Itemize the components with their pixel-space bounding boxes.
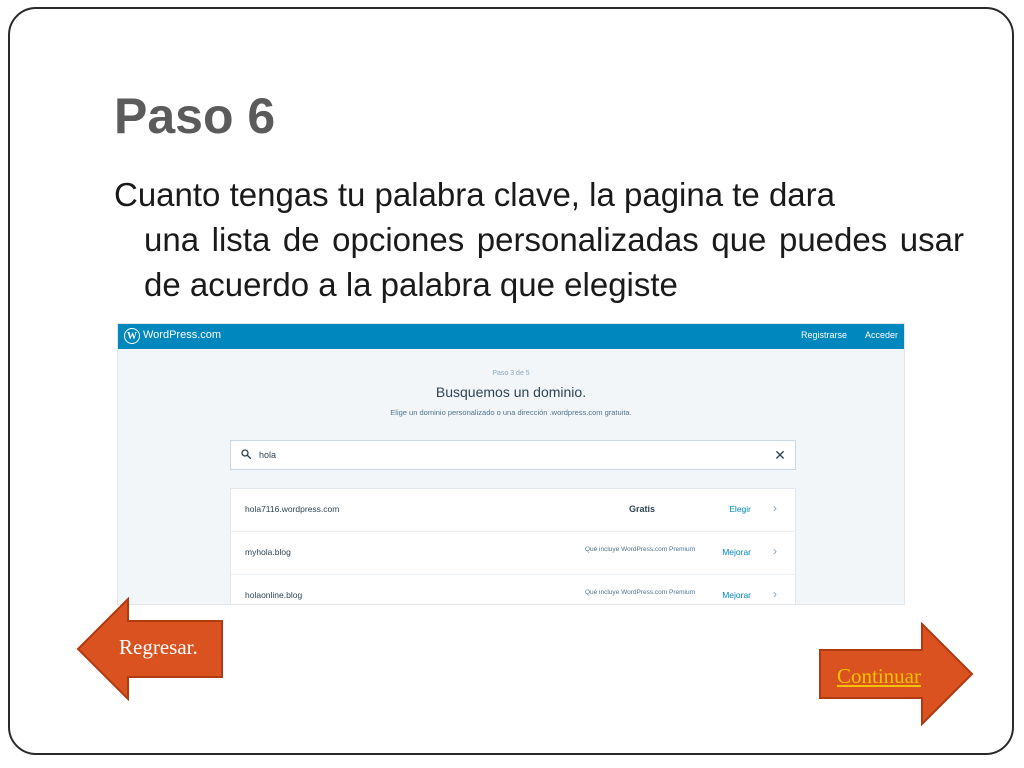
wordpress-logo-icon[interactable]: W: [124, 328, 140, 344]
wp-brand[interactable]: WordPress.com: [143, 329, 221, 341]
slide-title: Paso 6: [114, 88, 276, 144]
back-arrow-button[interactable]: Regresar.: [76, 597, 224, 701]
domain-search-input[interactable]: [259, 447, 759, 463]
domain-results-list: hola7116.wordpress.com Gratis Elegir › m…: [230, 488, 796, 604]
slide-body-first-line: Cuanto tengas tu palabra clave, la pagin…: [114, 176, 836, 213]
domain-search-box[interactable]: ✕: [230, 440, 796, 470]
domain-name: hola7116.wordpress.com: [245, 504, 340, 514]
upgrade-domain-button[interactable]: Mejorar: [722, 547, 751, 557]
chevron-right-icon[interactable]: ›: [773, 544, 777, 558]
close-icon[interactable]: ✕: [773, 448, 787, 462]
wp-subheading: Elige un dominio personalizado o una dir…: [390, 408, 632, 417]
domain-price: Gratis: [628, 504, 655, 514]
wp-nav: Registrarse Acceder: [801, 330, 898, 340]
domain-name: myhola.blog: [245, 547, 291, 557]
slide-body: Cuanto tengas tu palabra clave, la pagin…: [114, 172, 964, 307]
choose-domain-button[interactable]: Elegir: [729, 504, 751, 514]
back-label[interactable]: Regresar.: [119, 635, 198, 660]
wp-heading: Busquemos un dominio.: [435, 384, 587, 400]
search-icon: [241, 449, 251, 459]
continue-arrow-button[interactable]: Continuar: [818, 622, 974, 726]
login-link[interactable]: Acceder: [865, 330, 898, 340]
chevron-right-icon[interactable]: ›: [773, 501, 777, 515]
domain-name: holaonline.blog: [245, 590, 303, 600]
continue-link[interactable]: Continuar: [837, 664, 921, 689]
step-indicator: Paso 3 de 5: [492, 370, 530, 377]
domain-result-row[interactable]: myhola.blog Qué incluye WordPress.com Pr…: [231, 532, 795, 575]
premium-info-link[interactable]: Qué incluye WordPress.com Premium: [585, 546, 695, 553]
wp-topbar: W WordPress.com Registrarse Acceder: [118, 324, 904, 349]
domain-result-row[interactable]: holaonline.blog Qué incluye WordPress.co…: [231, 575, 795, 604]
wordpress-screenshot: W WordPress.com Registrarse Acceder Paso…: [118, 324, 904, 604]
chevron-right-icon[interactable]: ›: [773, 587, 777, 601]
upgrade-domain-button[interactable]: Mejorar: [722, 590, 751, 600]
signup-link[interactable]: Registrarse: [801, 330, 847, 340]
domain-result-row[interactable]: hola7116.wordpress.com Gratis Elegir ›: [231, 489, 795, 532]
slide-body-continuation: una lista de opciones personalizadas que…: [144, 221, 964, 303]
premium-info-link[interactable]: Qué incluye WordPress.com Premium: [585, 589, 695, 596]
